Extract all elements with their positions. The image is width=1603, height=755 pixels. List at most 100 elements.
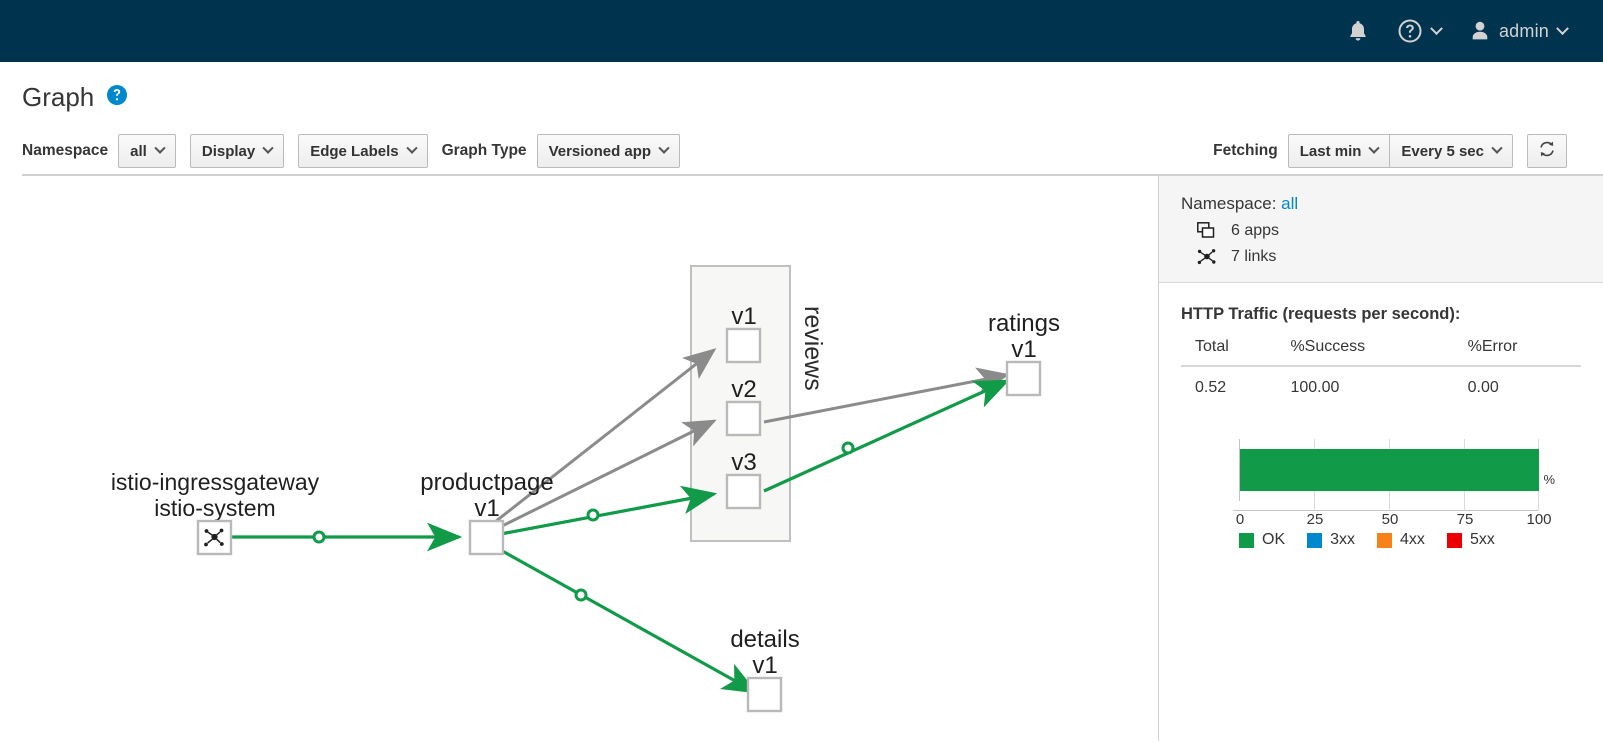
legend-swatch [1446, 532, 1462, 548]
namespace-label: Namespace [22, 142, 109, 159]
node-shape[interactable] [1005, 360, 1042, 397]
http-traffic-chart: % 0 25 50 75 100 OK 3xx 4xx 5xx [1181, 431, 1581, 551]
duration-dropdown[interactable]: Last min [1287, 134, 1390, 168]
legend-label: OK [1262, 531, 1286, 548]
legend-swatch [1239, 532, 1254, 548]
edge-midpoint-marker [574, 588, 588, 602]
help-circle-icon [106, 84, 128, 111]
legend-label: 5xx [1469, 531, 1495, 548]
username-label: admin [1498, 20, 1549, 41]
legend-item-3xx[interactable]: 3xx [1307, 531, 1355, 549]
namespace-summary-value[interactable]: all [1281, 194, 1298, 213]
help-circle-icon [1397, 18, 1423, 44]
refresh-button[interactable] [1527, 134, 1567, 168]
node-details-v1[interactable]: details v1 [730, 626, 800, 713]
chart-plot-area: % 0 25 50 75 100 [1233, 439, 1555, 528]
apps-stat: 6 apps [1181, 222, 1581, 240]
page-help-button[interactable] [106, 84, 128, 111]
node-label-title: details [730, 626, 799, 653]
edge-labels-dropdown[interactable]: Edge Labels [298, 134, 428, 168]
node-label-title: ratings [988, 310, 1060, 337]
chart-legend: OK 3xx 4xx 5xx [1239, 531, 1517, 549]
edge-midpoint-marker [841, 441, 855, 455]
chevron-down-icon [1430, 21, 1443, 35]
node-reviews-v2[interactable]: v2 [725, 376, 762, 437]
chart-xtick-label: 50 [1381, 511, 1399, 528]
node-label-title: productpage [420, 469, 553, 496]
chart-bar-ok[interactable] [1240, 449, 1539, 491]
chevron-down-icon [1556, 21, 1569, 35]
help-menu-button[interactable] [1383, 0, 1455, 62]
user-menu-button[interactable]: admin [1455, 0, 1581, 62]
node-istio-ingressgateway[interactable]: istio-ingressgateway istio-system [111, 469, 320, 556]
display-dropdown-label: Display [201, 142, 256, 160]
node-shape[interactable] [468, 519, 505, 556]
node-shape[interactable] [746, 676, 783, 713]
http-traffic-title: HTTP Traffic (requests per second): [1181, 305, 1461, 323]
refresh-interval-dropdown[interactable]: Every 5 sec [1389, 134, 1513, 168]
page-title: Graph [22, 82, 95, 112]
graph-canvas[interactable]: reviews istio-ingressgateway istio-syste… [22, 176, 1158, 741]
page-header: Graph [0, 62, 1603, 113]
edge-midpoint-marker [312, 530, 326, 544]
chevron-down-icon [262, 142, 274, 154]
masthead-actions: admin [1333, 0, 1581, 62]
node-shape[interactable] [725, 400, 762, 437]
chart-xtick-label: 0 [1235, 511, 1245, 528]
node-reviews-v3[interactable]: v3 [725, 449, 762, 510]
node-ratings-v1[interactable]: ratings v1 [988, 310, 1060, 397]
node-label-subtitle: v1 [1011, 336, 1036, 363]
legend-label: 4xx [1400, 531, 1425, 548]
edge-midpoint-marker [586, 508, 600, 522]
node-label-subtitle: v1 [752, 652, 777, 679]
edge-productpage-details[interactable] [487, 541, 758, 694]
column-header-total: Total [1181, 334, 1277, 367]
legend-swatch [1307, 532, 1323, 548]
node-label-title: v3 [731, 449, 756, 476]
node-label-title: istio-ingressgateway [111, 469, 320, 495]
bell-icon [1347, 19, 1369, 43]
legend-item-ok[interactable]: OK [1239, 531, 1285, 549]
summary-body: HTTP Traffic (requests per second): Tota… [1159, 283, 1603, 551]
table-row: 0.52 100.00 0.00 [1181, 366, 1581, 403]
chevron-down-icon [405, 142, 418, 154]
cell-total: 0.52 [1195, 379, 1227, 396]
chart-unit-label: % [1543, 472, 1555, 487]
display-dropdown[interactable]: Display [189, 134, 285, 168]
legend-item-4xx[interactable]: 4xx [1377, 531, 1425, 549]
refresh-interval-dropdown-value: Every 5 sec [1401, 142, 1484, 160]
namespace-dropdown-value: all [130, 142, 147, 160]
notifications-button[interactable] [1333, 0, 1383, 62]
chevron-down-icon [1491, 142, 1503, 154]
edge-labels-dropdown-label: Edge Labels [310, 142, 399, 160]
links-count-label: 7 links [1231, 248, 1277, 265]
namespace-dropdown[interactable]: all [118, 134, 176, 168]
node-shape[interactable] [725, 473, 762, 510]
node-shape[interactable] [725, 327, 762, 364]
node-label-title: v1 [731, 303, 756, 330]
graph-type-dropdown[interactable]: Versioned app [536, 134, 681, 168]
masthead: admin [0, 0, 1603, 62]
summary-panel: Namespace: all 6 apps 7 links HTTP Traff… [1158, 176, 1603, 741]
links-icon [1197, 248, 1223, 266]
legend-item-5xx[interactable]: 5xx [1446, 531, 1495, 549]
node-reviews-v1[interactable]: v1 [725, 303, 762, 364]
user-avatar-icon [1469, 19, 1491, 43]
chart-xtick-label: 75 [1456, 511, 1474, 528]
graph-type-label: Graph Type [441, 142, 527, 159]
chevron-down-icon [154, 142, 166, 154]
graph-type-dropdown-value: Versioned app [548, 142, 652, 160]
topology-graph[interactable]: reviews istio-ingressgateway istio-syste… [22, 176, 1112, 741]
node-label-title: v2 [731, 376, 756, 403]
apps-count-label: 6 apps [1231, 222, 1280, 239]
chevron-down-icon [1368, 142, 1381, 154]
content-area: reviews istio-ingressgateway istio-syste… [22, 175, 1603, 741]
toolbar-divider [22, 174, 1603, 175]
cell-error: 0.00 [1467, 379, 1499, 396]
cell-success: 100.00 [1290, 379, 1340, 396]
http-traffic-table: Total %Success %Error 0.52 100.00 0.00 [1181, 334, 1581, 403]
refresh-icon [1537, 139, 1557, 163]
fetching-label: Fetching [1213, 142, 1278, 159]
group-label-reviews: reviews [799, 306, 827, 391]
summary-header: Namespace: all 6 apps 7 links [1159, 176, 1603, 283]
